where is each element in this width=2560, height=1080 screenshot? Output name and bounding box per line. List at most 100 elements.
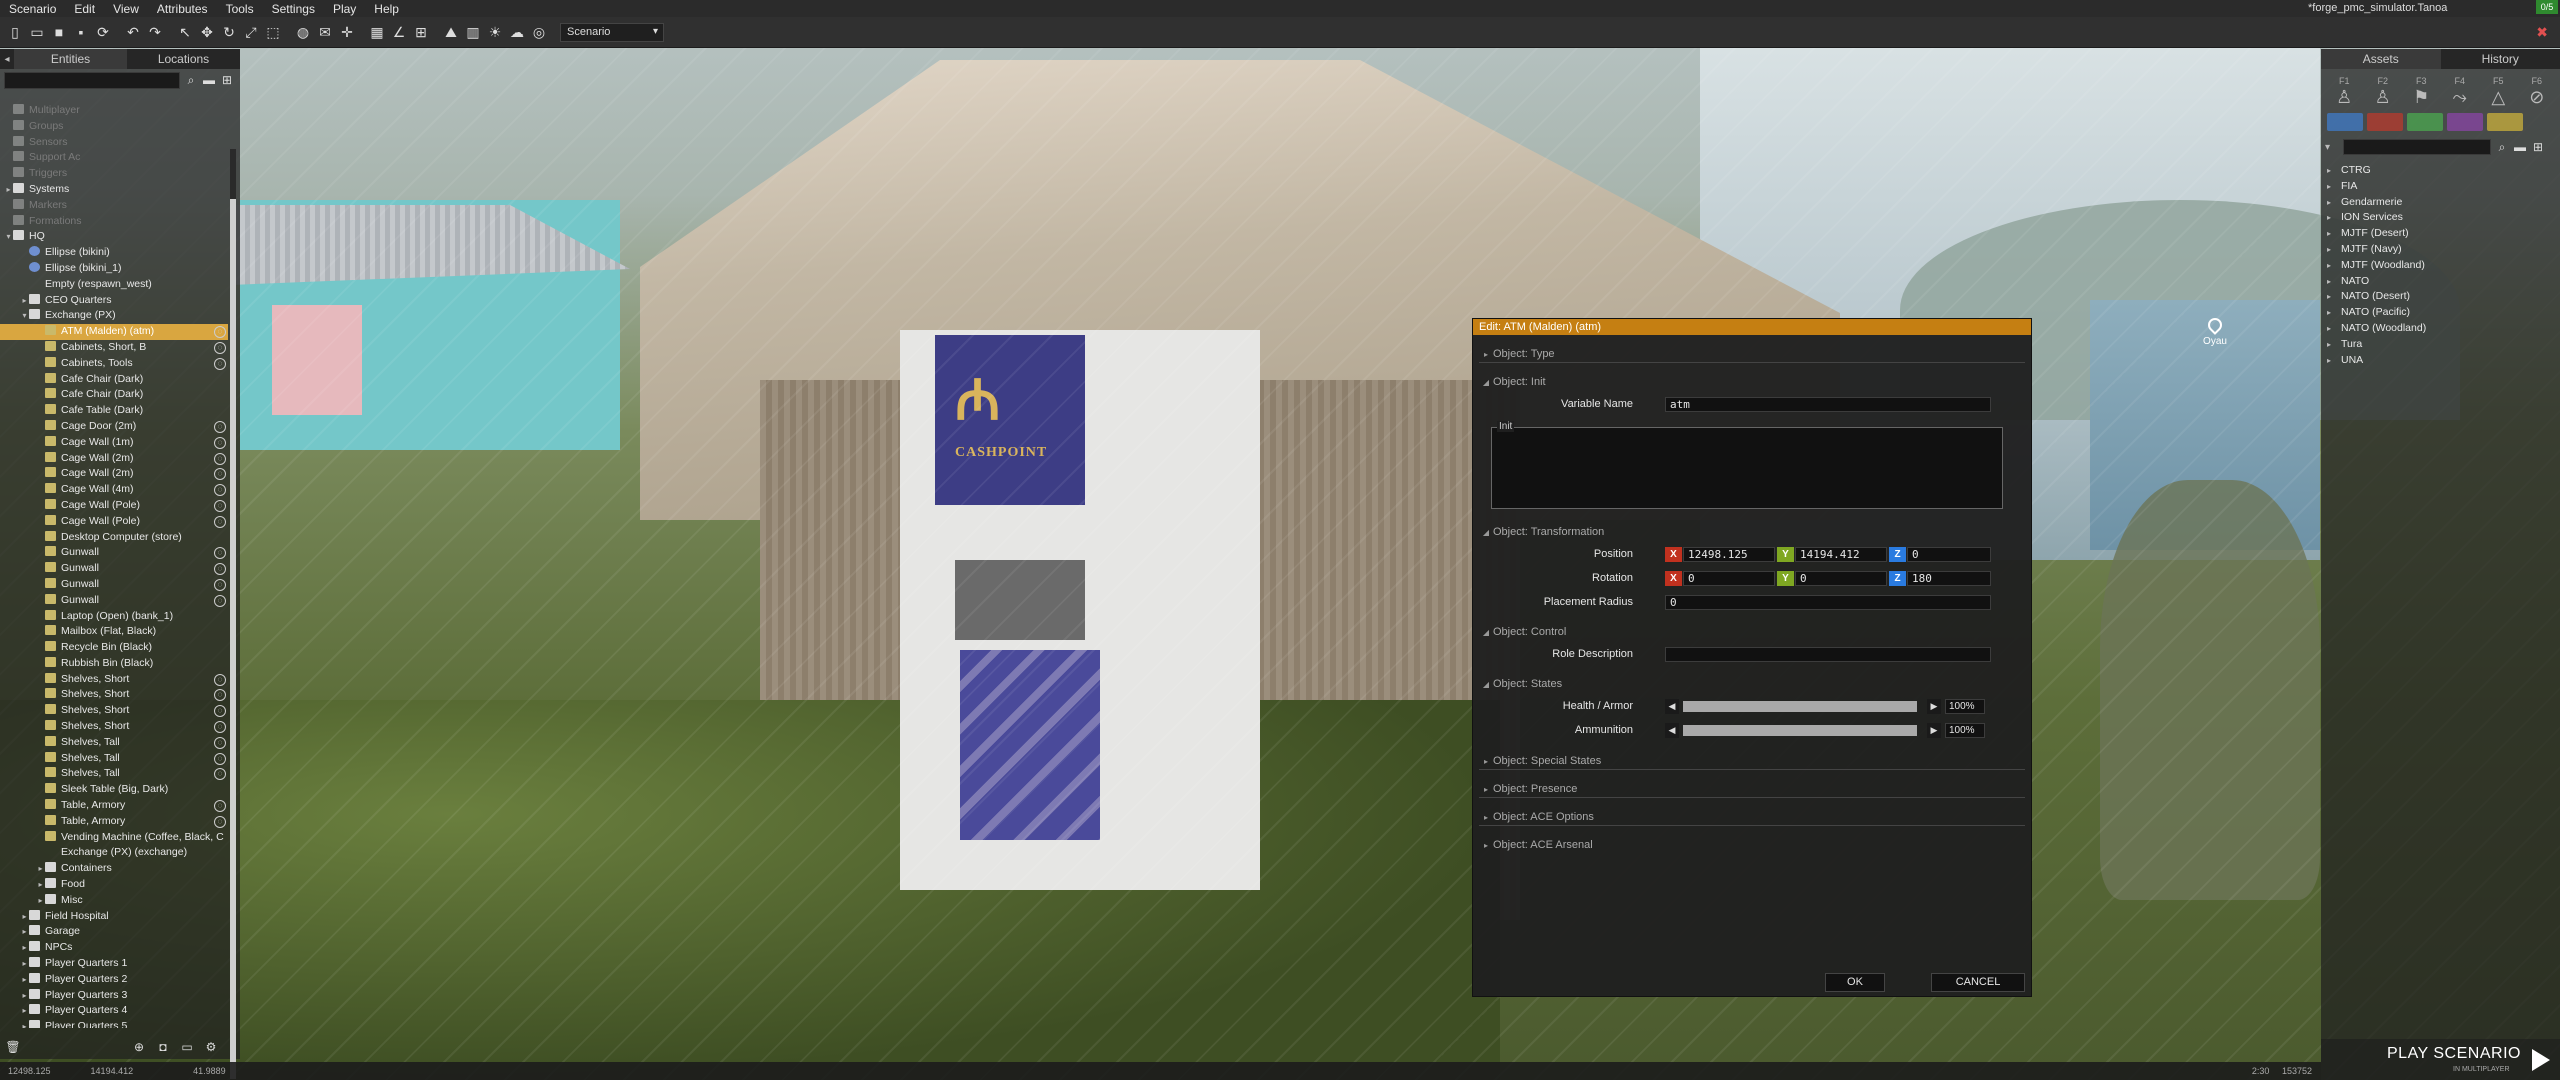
faction-item[interactable]: ▸ NATO (Desert): [2327, 289, 2560, 305]
faction-item[interactable]: ▸ CTRG: [2327, 163, 2560, 179]
delete-icon[interactable]: 🗑: [4, 1040, 22, 1056]
tree-row[interactable]: ▸ CEO Quarters: [0, 293, 228, 309]
expand-toggle-icon[interactable]: ▸: [2327, 226, 2341, 242]
expand-toggle-icon[interactable]: ▸: [20, 1003, 29, 1019]
faction-item[interactable]: ▸ ION Services: [2327, 210, 2560, 226]
menu-attributes[interactable]: Attributes: [148, 2, 217, 16]
chevron-down-icon[interactable]: ▾: [2325, 142, 2339, 153]
mode-triggers[interactable]: F3 ⚑: [2404, 75, 2439, 107]
angle-snap-icon[interactable]: ∠: [390, 23, 408, 41]
tree-row[interactable]: ▸ Player Quarters 3: [0, 988, 228, 1004]
expand-toggle-icon[interactable]: ▸: [20, 956, 29, 972]
simulation-icon[interactable]: ◌: [214, 515, 226, 528]
tree-row[interactable]: Gunwall ◌: [0, 545, 228, 561]
surface-snap-icon[interactable]: ✉: [316, 23, 334, 41]
search-icon[interactable]: ⌕: [184, 73, 198, 87]
camera-icon[interactable]: ◘: [154, 1040, 172, 1056]
tree-row[interactable]: Cabinets, Short, B ◌: [0, 340, 228, 356]
redo-icon[interactable]: ↷: [146, 23, 164, 41]
expand-toggle-icon[interactable]: ▸: [2327, 353, 2341, 369]
expand-toggle-icon[interactable]: ▸: [2327, 179, 2341, 195]
simulation-icon[interactable]: ◌: [214, 547, 226, 560]
tree-row[interactable]: Shelves, Tall ◌: [0, 766, 228, 782]
simulation-icon[interactable]: ◌: [214, 721, 226, 734]
simulation-icon[interactable]: ◌: [214, 484, 226, 497]
save-as-icon[interactable]: ▪: [72, 23, 90, 41]
tree-row[interactable]: ▸ Garage: [0, 924, 228, 940]
expand-toggle-icon[interactable]: ▸: [20, 909, 29, 925]
faction-item[interactable]: ▸ MJTF (Navy): [2327, 242, 2560, 258]
tree-row[interactable]: Cage Wall (1m) ◌: [0, 435, 228, 451]
tree-row[interactable]: ▸ Player Quarters 1: [0, 956, 228, 972]
tab-entities[interactable]: Entities: [14, 49, 127, 69]
folder-icon[interactable]: ▭: [178, 1040, 196, 1056]
ok-button[interactable]: OK: [1825, 973, 1885, 992]
tab-history[interactable]: History: [2441, 49, 2560, 69]
menu-scenario[interactable]: Scenario: [0, 2, 65, 16]
simulation-icon[interactable]: ◌: [214, 436, 226, 449]
rotation-x-field[interactable]: 0: [1683, 571, 1775, 586]
simulation-icon[interactable]: ◌: [214, 499, 226, 512]
menu-tools[interactable]: Tools: [217, 2, 263, 16]
simulation-icon[interactable]: ◌: [214, 420, 226, 433]
tree-row[interactable]: Gunwall ◌: [0, 577, 228, 593]
faction-item[interactable]: ▸ NATO: [2327, 274, 2560, 290]
terrain-icon[interactable]: ⛰: [442, 23, 460, 41]
expand-all-icon[interactable]: ⊞: [220, 73, 234, 87]
section-ace-arsenal[interactable]: ▸ Object: ACE Arsenal: [1479, 836, 2025, 854]
tree-row[interactable]: Shelves, Short ◌: [0, 719, 228, 735]
rotation-z-field[interactable]: 180: [1907, 571, 1991, 586]
dialog-title[interactable]: Edit: ATM (Malden) (atm): [1473, 319, 2031, 335]
role-description-field[interactable]: [1665, 647, 1991, 662]
tree-row[interactable]: Desktop Computer (store): [0, 530, 228, 546]
side-swatch[interactable]: [2367, 113, 2403, 131]
rotation-y-field[interactable]: 0: [1795, 571, 1887, 586]
chevron-right-icon[interactable]: ▶: [1927, 699, 1941, 714]
expand-toggle-icon[interactable]: ▸: [2327, 305, 2341, 321]
expand-toggle-icon[interactable]: ▸: [20, 988, 29, 1004]
tree-row[interactable]: Markers: [0, 198, 228, 214]
section-presence[interactable]: ▸ Object: Presence: [1479, 780, 2025, 798]
new-layer-icon[interactable]: ⊕: [130, 1040, 148, 1056]
tree-row[interactable]: Cabinets, Tools ◌: [0, 356, 228, 372]
expand-all-icon[interactable]: ⊞: [2531, 140, 2545, 154]
tree-row[interactable]: ▸ Player Quarters 5: [0, 1019, 228, 1028]
section-object-transformation[interactable]: ◢ Object: Transformation: [1479, 523, 2025, 541]
expand-toggle-icon[interactable]: ▸: [20, 293, 29, 309]
tree-row[interactable]: Triggers: [0, 166, 228, 182]
tree-row[interactable]: Sensors: [0, 135, 228, 151]
simulation-icon[interactable]: ◌: [214, 815, 226, 828]
chevron-left-icon[interactable]: ◀: [1665, 699, 1679, 714]
notification-badge[interactable]: 0/5: [2536, 0, 2558, 14]
ammo-slider[interactable]: ◀ ▶ 100%: [1665, 723, 1995, 738]
simulation-icon[interactable]: ◌: [214, 673, 226, 686]
faction-item[interactable]: ▸ NATO (Woodland): [2327, 321, 2560, 337]
vertical-mode-icon[interactable]: ✛: [338, 23, 356, 41]
scale-snap-icon[interactable]: ⊞: [412, 23, 430, 41]
simulation-icon[interactable]: ◌: [214, 326, 226, 339]
tree-row[interactable]: Ellipse (bikini_1): [0, 261, 228, 277]
tree-row[interactable]: Cage Wall (Pole) ◌: [0, 498, 228, 514]
expand-toggle-icon[interactable]: ▸: [2327, 163, 2341, 179]
search-icon[interactable]: ⌕: [2495, 140, 2509, 155]
alert-icon[interactable]: ✖: [2536, 24, 2548, 41]
expand-toggle-icon[interactable]: ▸: [20, 972, 29, 988]
side-swatch[interactable]: [2327, 113, 2363, 131]
collapse-all-icon[interactable]: ▬: [202, 73, 216, 87]
tree-row[interactable]: Ellipse (bikini): [0, 245, 228, 261]
tree-row[interactable]: Shelves, Tall ◌: [0, 735, 228, 751]
tree-row[interactable]: Cafe Chair (Dark): [0, 387, 228, 403]
cancel-button[interactable]: CANCEL: [1931, 973, 2025, 992]
expand-toggle-icon[interactable]: ▸: [36, 893, 45, 909]
entity-scrollbar[interactable]: [230, 149, 236, 1079]
simulation-icon[interactable]: ◌: [214, 594, 226, 607]
daytime-icon[interactable]: ☀: [486, 23, 504, 41]
expand-toggle-icon[interactable]: ▾: [20, 308, 29, 324]
tree-row[interactable]: Cafe Table (Dark): [0, 403, 228, 419]
tree-row[interactable]: Vending Machine (Coffee, Black, C: [0, 830, 228, 846]
tree-row[interactable]: Formations: [0, 214, 228, 230]
rotate-icon[interactable]: ↻: [220, 23, 238, 41]
tree-row[interactable]: Cage Door (2m) ◌: [0, 419, 228, 435]
faction-item[interactable]: ▸ Gendarmerie: [2327, 195, 2560, 211]
section-object-control[interactable]: ◢ Object: Control: [1479, 623, 2025, 641]
